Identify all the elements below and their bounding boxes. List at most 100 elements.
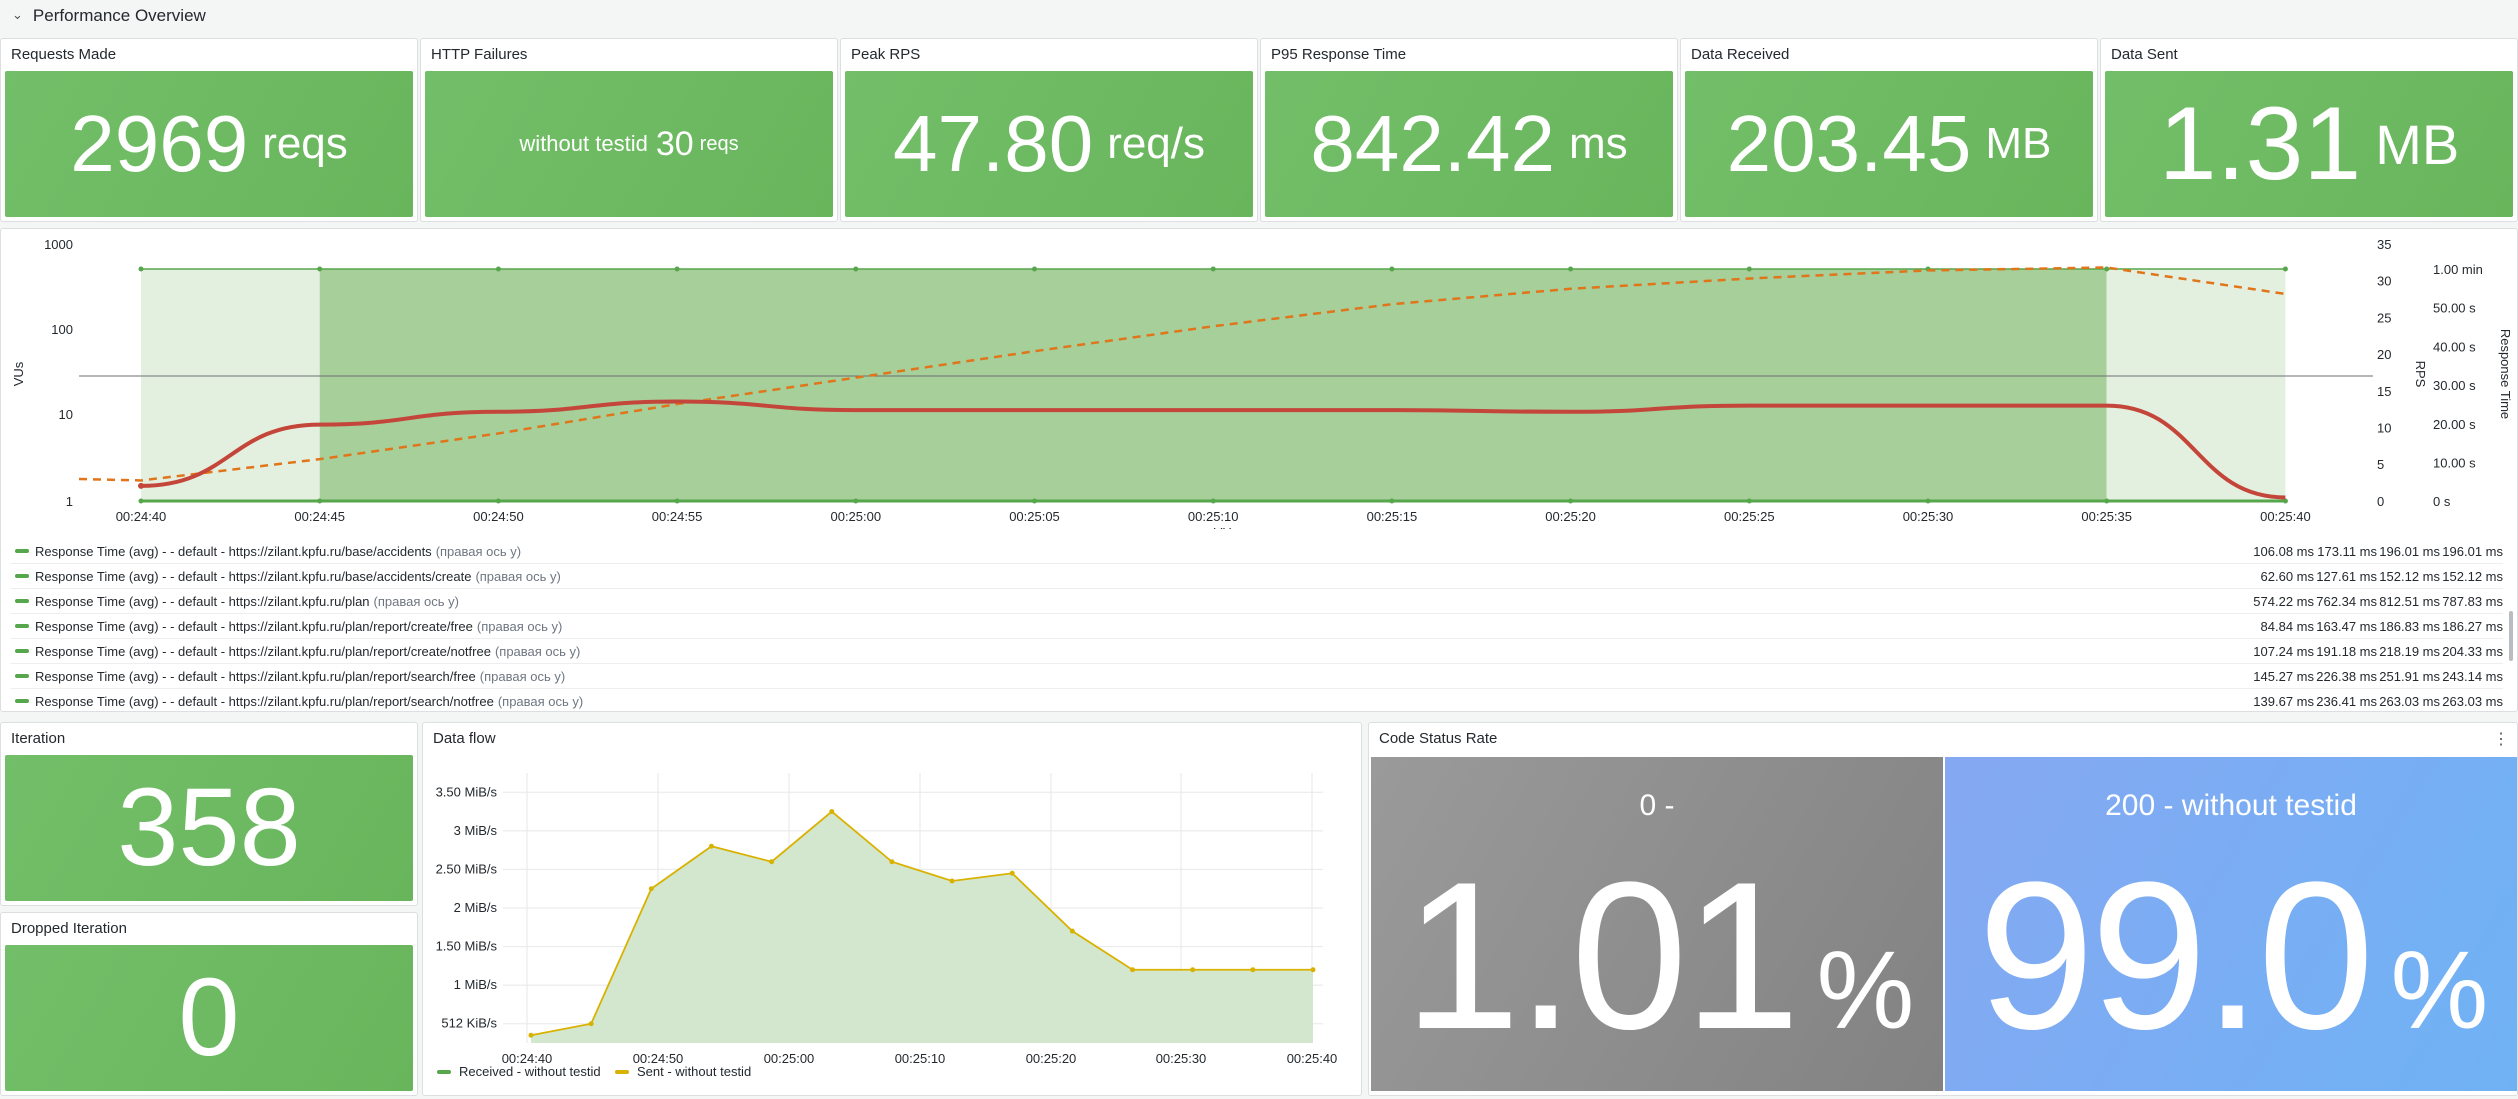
legend-row[interactable]: Response Time (avg) - - default - https:…	[11, 614, 2503, 639]
legend-values: 574.22 ms 762.34 ms 812.51 ms 787.83 ms	[2251, 589, 2503, 613]
sent-point	[949, 878, 955, 884]
kebab-menu-icon[interactable]: ⋮	[2493, 729, 2509, 749]
code-value-wrap: 1.01%	[1404, 851, 1915, 1061]
legend-label: Response Time (avg) - - default - https:…	[35, 593, 370, 609]
stat-panel-iteration[interactable]: Iteration 358	[0, 722, 418, 906]
y-tick-label: 1 MiB/s	[454, 977, 498, 992]
stat-panel-p95-response-time[interactable]: P95 Response Time 842.42 ms	[1260, 38, 1678, 222]
y-rt-tick-label: 10.00 s	[2433, 456, 2476, 471]
timeseries-panel[interactable]: 00:24:40 00:24:45 00:24:50 00:24:55 00:25:00…	[0, 228, 2518, 712]
vus-line-point	[138, 482, 144, 489]
stat-prefix: without testid	[519, 131, 648, 156]
legend-values: 145.27 ms 226.38 ms 251.91 ms 243.14 ms	[2251, 664, 2503, 688]
vus-point	[674, 498, 680, 504]
y-rt-tick-label: 0 s	[2433, 494, 2451, 509]
vus-point	[1389, 498, 1395, 504]
legend-row[interactable]: Response Time (avg) - - default - https:…	[11, 564, 2503, 589]
y-tick-label: 2 MiB/s	[454, 900, 498, 915]
ramp-down-band	[2106, 269, 2286, 501]
code-status-panel[interactable]: Code Status Rate ⋮ 0 - 1.01% 200 - witho…	[1368, 722, 2518, 1096]
sent-point	[769, 859, 775, 865]
panel-title: Data Sent	[2111, 45, 2178, 63]
x-tick-label: 00:25:30	[1156, 1051, 1207, 1066]
y-rt-axis-label: Response Time	[2498, 329, 2513, 419]
stat-panel-http-failures[interactable]: HTTP Failures without testid 30 reqs	[420, 38, 838, 222]
vus-point	[2104, 266, 2110, 272]
legend-row[interactable]: Response Time (avg) - - default - https:…	[11, 639, 2503, 664]
legend-label: Response Time (avg) - - default - https:…	[35, 668, 476, 684]
legend-label-sent: Sent - without testid	[637, 1064, 751, 1079]
chevron-down-icon[interactable]: ⌄	[12, 7, 23, 23]
legend-scrollbar[interactable]	[2507, 541, 2515, 703]
legend-row[interactable]: Response Time (avg) - - default - https:…	[11, 664, 2503, 689]
code-tile-0: 0 - 1.01%	[1371, 757, 1943, 1091]
y-rt-tick-label: 50.00 s	[2433, 301, 2476, 316]
data-flow-panel[interactable]: Data flow 3.50 MiB/s 3 MiB/s 2.50 MiB/s 2 M…	[422, 722, 1362, 1096]
vus-point	[674, 266, 680, 272]
legend-row[interactable]: Response Time (avg) - - default - https:…	[11, 689, 2503, 711]
legend-value: 204.33 ms	[2442, 643, 2503, 659]
x-tick-label: 00:25:25	[1724, 509, 1775, 524]
legend-row[interactable]: Response Time (avg) - - default - https:…	[11, 539, 2503, 564]
legend-row[interactable]: Response Time (avg) - - default - https:…	[11, 589, 2503, 614]
legend-values: 139.67 ms 236.41 ms 263.03 ms 263.03 ms	[2251, 689, 2503, 711]
panel-title: Requests Made	[11, 45, 117, 63]
sent-point	[1130, 967, 1136, 973]
timeseries-chart[interactable]: 00:24:40 00:24:45 00:24:50 00:24:55 00:25:00…	[1, 229, 2518, 529]
stat-unit: reqs	[699, 132, 739, 155]
x-tick-label: 00:25:00	[830, 509, 881, 524]
y-left-tick-label: 1000	[44, 237, 73, 252]
legend-value: 191.18 ms	[2316, 643, 2377, 659]
stat-value: 203.45	[1726, 99, 1972, 188]
sent-point	[889, 859, 895, 865]
stat-value: 2969	[70, 99, 249, 188]
vus-point	[1032, 498, 1037, 504]
code-label: 200 - without testid	[2105, 789, 2357, 822]
legend-axis-note: (правая ось y)	[479, 668, 566, 684]
stat-value: 358	[117, 766, 301, 889]
legend-value: 186.83 ms	[2379, 618, 2440, 634]
code-value-wrap: 99.0%	[1978, 851, 2489, 1061]
panel-title: Iteration	[11, 729, 66, 747]
sent-point	[1310, 967, 1316, 973]
stat-unit: MB	[1985, 119, 2052, 168]
stat-panel-data-sent[interactable]: Data Sent 1.31 MB	[2100, 38, 2518, 222]
legend-swatch	[15, 549, 29, 553]
legend-axis-note: (правая ось y)	[476, 618, 563, 634]
legend-value: 152.12 ms	[2379, 568, 2440, 584]
panel-title: HTTP Failures	[431, 45, 528, 63]
vus-point	[1032, 266, 1037, 272]
legend-value: 107.24 ms	[2253, 643, 2314, 659]
y-rps-tick-label: 35	[2377, 237, 2391, 252]
legend-swatch	[15, 624, 29, 628]
vus-point	[1568, 498, 1574, 504]
legend-label: Response Time (avg) - - default - https:…	[35, 643, 491, 659]
stat-panel-dropped-iteration[interactable]: Dropped Iteration 0	[0, 912, 418, 1096]
code-label: 0 -	[1639, 789, 1675, 822]
legend-value: 263.03 ms	[2379, 693, 2440, 709]
stat-panel-data-received[interactable]: Data Received 203.45 MB	[1680, 38, 2098, 222]
sent-point	[1069, 928, 1075, 934]
stat-panel-requests-made[interactable]: Requests Made 2969 reqs	[0, 38, 418, 222]
legend-value: 574.22 ms	[2253, 593, 2314, 609]
stat-unit: MB	[2375, 112, 2460, 176]
legend-value: 84.84 ms	[2260, 618, 2314, 634]
data-flow-chart[interactable]: 3.50 MiB/s 3 MiB/s 2.50 MiB/s 2 MiB/s 1.50 M…	[423, 753, 1362, 1096]
row-header-performance-overview[interactable]: ⌄ Performance Overview	[0, 0, 2518, 32]
legend-swatch-received	[437, 1070, 451, 1074]
legend-value: 152.12 ms	[2442, 568, 2503, 584]
vus-point	[1925, 498, 1931, 504]
stat-body: 1.31 MB	[2105, 71, 2513, 217]
y-tick-label: 2.50 MiB/s	[436, 861, 498, 876]
legend-values: 62.60 ms 127.61 ms 152.12 ms 152.12 ms	[2251, 564, 2503, 588]
legend-value: 186.27 ms	[2442, 618, 2503, 634]
sent-point	[829, 809, 835, 815]
stat-panel-peak-rps[interactable]: Peak RPS 47.80 req/s	[840, 38, 1258, 222]
legend-label: Response Time (avg) - - default - https:…	[35, 618, 473, 634]
sent-point	[648, 886, 654, 892]
y-rt-tick-label: 1.00 min	[2433, 262, 2483, 277]
legend-value: 812.51 ms	[2379, 593, 2440, 609]
legend-swatch	[15, 674, 29, 678]
legend-value: 218.19 ms	[2379, 643, 2440, 659]
legend-value: 251.91 ms	[2379, 668, 2440, 684]
